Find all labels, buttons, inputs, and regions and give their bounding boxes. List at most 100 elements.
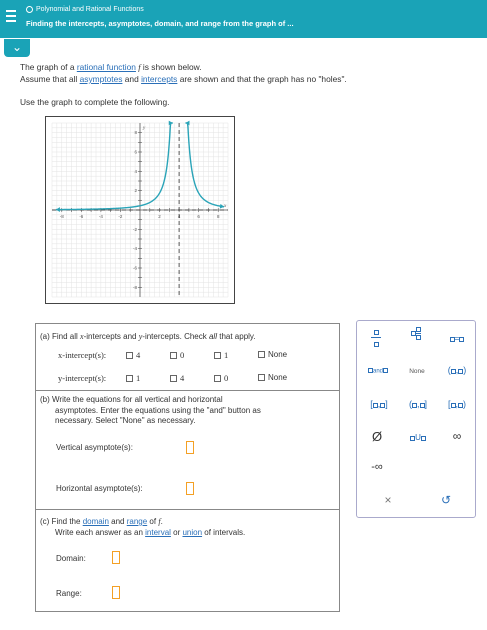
function-graph: -8-6-4-224688642-2-4-6-8yx: [51, 120, 229, 298]
checkbox[interactable]: [258, 351, 265, 358]
checkbox[interactable]: [170, 352, 177, 359]
x-option-0[interactable]: 4: [126, 350, 170, 360]
option-label: 1: [136, 373, 141, 383]
part-b-prompt: (b) Write the equations for all vertical…: [40, 395, 261, 427]
option-label: 0: [180, 350, 185, 360]
y-option-none[interactable]: None: [258, 373, 302, 383]
x-intercept-label: x-intercept(s):: [58, 350, 107, 360]
prompt-text: that apply.: [217, 332, 256, 341]
prompt-text: of intervals.: [202, 527, 246, 537]
x-tick-label: -6: [79, 214, 83, 219]
x-intercept-row: x-intercept(s): 4 0 1 None: [58, 350, 302, 360]
top-bar: Polynomial and Rational Functions Findin…: [0, 0, 487, 38]
x-tick-label: -4: [99, 214, 103, 219]
union-button[interactable]: U: [403, 433, 433, 442]
checkbox[interactable]: [170, 375, 177, 382]
domain-label: Domain:: [56, 554, 86, 563]
y-option-2[interactable]: 0: [214, 373, 258, 383]
y-tick-label: -6: [133, 266, 137, 271]
checkbox[interactable]: [126, 352, 133, 359]
checkbox[interactable]: [214, 375, 221, 382]
undo-button[interactable]: ↺: [439, 493, 453, 507]
prompt-text: and: [108, 517, 127, 526]
graph-panel: -8-6-4-224688642-2-4-6-8yx: [45, 116, 235, 304]
y-axis-label: y: [142, 126, 146, 131]
horizontal-asymptote-input[interactable]: [186, 482, 194, 495]
progress-circle-icon: [26, 6, 33, 13]
none-button[interactable]: None: [404, 368, 430, 375]
question-panel: (a) Find all x-intercepts and y-intercep…: [35, 323, 340, 612]
prompt-text: (a) Find all: [40, 332, 81, 341]
vertical-asymptote-label: Vertical asymptote(s):: [56, 443, 133, 452]
asymptotes-link[interactable]: asymptotes: [80, 74, 123, 84]
checkbox[interactable]: [214, 352, 221, 359]
half-open-right-button[interactable]: [,): [441, 399, 473, 409]
and-button[interactable]: and: [363, 368, 393, 375]
range-input[interactable]: [112, 586, 120, 599]
open-interval-button[interactable]: (,): [441, 365, 473, 375]
empty-set-button[interactable]: Ø: [369, 429, 385, 444]
y-option-0[interactable]: 1: [126, 373, 170, 383]
divider: [36, 509, 339, 510]
prompt-text: -intercepts. Check: [142, 332, 209, 341]
intro-line-1: The graph of a rational function f is sh…: [20, 62, 202, 72]
option-label: None: [268, 350, 288, 359]
option-label: 0: [224, 373, 229, 383]
menu-icon[interactable]: [6, 10, 16, 24]
interval-link[interactable]: interval: [145, 528, 171, 537]
negative-infinity-button[interactable]: -∞: [365, 461, 389, 473]
y-intercept-row: y-intercept(s): 1 4 0 None: [58, 373, 302, 383]
y-tick-label: -2: [133, 227, 137, 232]
prompt-text: .: [160, 517, 163, 526]
domain-link[interactable]: domain: [83, 517, 109, 526]
page-title: Finding the intercepts, asymptotes, doma…: [26, 19, 294, 28]
prompt-text: of: [147, 517, 159, 526]
prompt-text: Write each answer as an: [55, 527, 146, 537]
option-label: 4: [136, 350, 141, 360]
fraction-button[interactable]: [369, 327, 383, 348]
intro-line-3: Use the graph to complete the following.: [20, 97, 170, 107]
intro-text: Assume that all: [20, 74, 80, 84]
equals-button[interactable]: =: [443, 334, 471, 343]
checkbox[interactable]: [258, 374, 265, 381]
topic-text: Polynomial and Rational Functions: [36, 6, 144, 13]
part-b-line: (b) Write the equations for all vertical…: [40, 395, 223, 404]
x-tick-label: -2: [118, 214, 122, 219]
part-b-line: necessary. Select "None" as necessary.: [55, 416, 196, 425]
union-link[interactable]: union: [182, 528, 202, 537]
key-label: and: [372, 368, 383, 375]
part-b-line: asymptotes. Enter the equations using th…: [55, 405, 261, 415]
clear-button[interactable]: ×: [381, 493, 395, 507]
mixed-number-button[interactable]: [405, 327, 427, 340]
intro-text: is shown below.: [140, 62, 202, 72]
chevron-down-icon[interactable]: ⌄: [4, 39, 30, 57]
infinity-button[interactable]: ∞: [445, 429, 469, 443]
y-tick-label: -4: [133, 246, 137, 251]
rational-function-link[interactable]: rational function: [77, 62, 136, 72]
divider: [36, 390, 339, 391]
x-option-1[interactable]: 0: [170, 350, 214, 360]
topic-label: Polynomial and Rational Functions: [26, 6, 144, 13]
x-option-2[interactable]: 1: [214, 350, 258, 360]
x-option-none[interactable]: None: [258, 350, 302, 360]
curve-arrow: [55, 207, 60, 212]
domain-input[interactable]: [112, 551, 120, 564]
option-label: 1: [224, 350, 229, 360]
y-tick-label: -8: [133, 285, 137, 290]
range-link[interactable]: range: [127, 517, 147, 526]
checkbox[interactable]: [126, 375, 133, 382]
prompt-text: or: [170, 527, 183, 537]
y-option-1[interactable]: 4: [170, 373, 214, 383]
option-label: 4: [180, 373, 185, 383]
prompt-emphasis: all: [208, 332, 217, 341]
range-label: Range:: [56, 589, 82, 598]
half-open-left-button[interactable]: (,]: [402, 399, 434, 409]
prompt-text: (c) Find the: [40, 517, 83, 526]
part-a-prompt: (a) Find all x-intercepts and y-intercep…: [40, 332, 256, 341]
vertical-asymptote-input[interactable]: [186, 441, 194, 454]
part-c-prompt: (c) Find the domain and range of f. Writ…: [40, 517, 245, 538]
prompt-text: -intercepts and: [83, 332, 139, 341]
closed-interval-button[interactable]: [,]: [363, 399, 395, 409]
y-intercept-label: y-intercept(s):: [58, 373, 107, 383]
intercepts-link[interactable]: intercepts: [141, 74, 177, 84]
